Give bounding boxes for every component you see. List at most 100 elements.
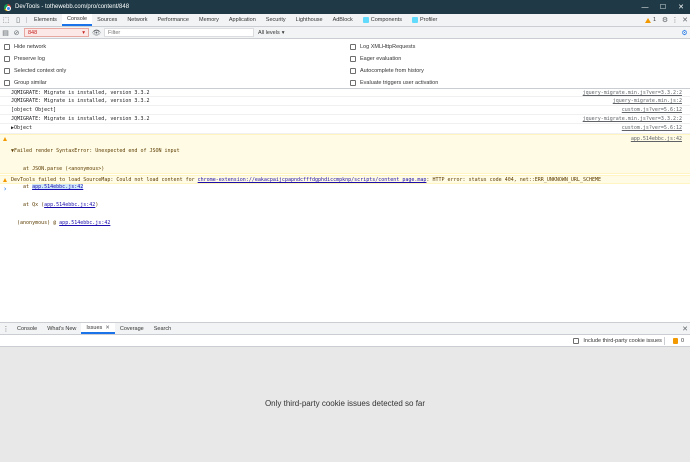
checkbox[interactable] bbox=[350, 80, 356, 86]
third-party-label: Include third-party cookie issues bbox=[583, 337, 662, 344]
more-options-icon[interactable]: ⋮ bbox=[670, 14, 680, 26]
drawer-tab-issues[interactable]: Issues ✕ bbox=[81, 323, 115, 334]
checkbox[interactable] bbox=[4, 56, 10, 62]
message-source-link[interactable]: custom.js?ver=5.6:12 bbox=[622, 107, 682, 113]
chrome-icon bbox=[4, 3, 11, 11]
checkbox[interactable] bbox=[350, 56, 356, 62]
filter-input[interactable] bbox=[104, 28, 254, 37]
issues-empty-message: Only third-party cookie issues detected … bbox=[264, 399, 426, 408]
tab-network[interactable]: Network bbox=[122, 14, 152, 26]
tab-performance[interactable]: Performance bbox=[152, 14, 194, 26]
close-tab-icon[interactable]: ✕ bbox=[105, 325, 110, 331]
tab-components[interactable]: Components bbox=[358, 14, 407, 26]
console-toolbar: ▤ ⊘ 848 ▾ 👁 All levels ▾ ⚙ bbox=[0, 27, 690, 39]
checkbox[interactable] bbox=[350, 68, 356, 74]
error-stack: ▼Failed render SyntaxError: Unexpected e… bbox=[11, 136, 180, 238]
log-levels-dropdown[interactable]: All levels ▾ bbox=[258, 30, 284, 36]
checkbox[interactable] bbox=[4, 68, 10, 74]
setting-hide-network[interactable]: Hide network bbox=[0, 41, 66, 53]
drawer-tab-whats-new[interactable]: What's New bbox=[42, 323, 81, 334]
device-toolbar-icon[interactable]: ▯ bbox=[12, 14, 24, 26]
include-third-party-toggle[interactable]: Include third-party cookie issues bbox=[569, 335, 662, 347]
message-text[interactable]: ▶Object bbox=[11, 125, 32, 131]
console-settings-pane: Hide network Preserve log Selected conte… bbox=[0, 39, 690, 89]
stack-link[interactable]: app.514ebbc.js:42 bbox=[44, 202, 95, 208]
issue-count: 0 bbox=[680, 337, 684, 344]
message-source-link[interactable]: jquery-migrate.min.js:2 bbox=[613, 98, 682, 104]
error-title[interactable]: ▼Failed render SyntaxError: Unexpected e… bbox=[11, 148, 180, 154]
checkbox[interactable] bbox=[4, 80, 10, 86]
tab-console[interactable]: Console bbox=[61, 14, 93, 26]
stack-line: (anonymous) @ app.514ebbc.js:42 bbox=[11, 220, 180, 226]
checkbox[interactable] bbox=[350, 44, 356, 50]
setting-preserve-log[interactable]: Preserve log bbox=[0, 53, 66, 65]
setting-autocomplete-history[interactable]: Autocomplete from history bbox=[346, 65, 438, 77]
drawer-menu-icon[interactable]: ⋮ bbox=[0, 323, 12, 334]
stack-prefix: at Qx ( bbox=[11, 202, 45, 208]
sourcemap-link[interactable]: chrome-extension://eakacpaijcpapndcfffdg… bbox=[198, 177, 427, 183]
message-text: JQMIGRATE: Migrate is installed, version… bbox=[11, 98, 150, 104]
stack-prefix: (anonymous) @ bbox=[11, 220, 60, 226]
issues-pane: Only third-party cookie issues detected … bbox=[0, 347, 690, 462]
console-message[interactable]: ▶Object custom.js?ver=5.6:12 bbox=[0, 124, 690, 134]
console-message: JQMIGRATE: Migrate is installed, version… bbox=[0, 97, 690, 106]
issue-count-badge: 0 bbox=[672, 337, 684, 344]
live-expression-eye-icon[interactable]: 👁 bbox=[91, 29, 102, 37]
setting-eager-evaluation[interactable]: Eager evaluation bbox=[346, 53, 438, 65]
message-source-link[interactable]: custom.js?ver=5.6:12 bbox=[622, 125, 682, 131]
context-selector[interactable]: 848 ▾ bbox=[24, 28, 89, 37]
drawer-tab-console[interactable]: Console bbox=[12, 323, 42, 334]
show-sidebar-icon[interactable]: ▤ bbox=[0, 29, 11, 37]
context-value: 848 bbox=[28, 29, 38, 36]
message-source-link[interactable]: jquery-migrate.min.js?ver=3.3.2:2 bbox=[583, 90, 682, 96]
close-button[interactable]: ✕ bbox=[672, 0, 690, 14]
warning-count: 1 bbox=[652, 17, 656, 23]
divider bbox=[663, 336, 665, 345]
setting-label: Evaluate triggers user activation bbox=[360, 80, 439, 86]
warning-prefix: DevTools failed to load SourceMap: Could… bbox=[11, 177, 198, 183]
stack-line: at Qx (app.514ebbc.js:42) bbox=[11, 202, 180, 208]
warning-counter[interactable]: 1 bbox=[641, 14, 660, 26]
tab-profiler[interactable]: Profiler bbox=[407, 14, 442, 26]
tab-elements[interactable]: Elements bbox=[29, 14, 62, 26]
checkbox[interactable] bbox=[573, 337, 580, 344]
drawer-tabbar: ⋮ Console What's New Issues ✕ Coverage S… bbox=[0, 322, 690, 335]
close-devtools-icon[interactable]: ✕ bbox=[680, 14, 690, 26]
tab-profiler-label: Profiler bbox=[419, 17, 438, 23]
close-drawer-icon[interactable]: ✕ bbox=[680, 323, 690, 334]
react-icon bbox=[411, 17, 418, 23]
settings-gear-icon[interactable]: ⚙ bbox=[660, 14, 670, 26]
setting-selected-context-only[interactable]: Selected context only bbox=[0, 65, 66, 77]
window-titlebar: DevTools - tothewebb.com/pro/content/848… bbox=[0, 0, 690, 14]
stack-link[interactable]: app.514ebbc.js:42 bbox=[32, 184, 84, 190]
console-messages: JQMIGRATE: Migrate is installed, version… bbox=[0, 89, 690, 321]
tab-memory[interactable]: Memory bbox=[194, 14, 224, 26]
setting-label: Hide network bbox=[14, 44, 47, 50]
clear-console-icon[interactable]: ⊘ bbox=[11, 29, 22, 37]
console-message: [object Object] custom.js?ver=5.6:12 bbox=[0, 106, 690, 115]
setting-log-xhr[interactable]: Log XMLHttpRequests bbox=[346, 41, 438, 53]
setting-evaluate-triggers[interactable]: Evaluate triggers user activation bbox=[346, 77, 438, 89]
setting-group-similar[interactable]: Group similar bbox=[0, 77, 66, 89]
console-prompt-chevron-icon[interactable]: › bbox=[3, 185, 7, 193]
tab-security[interactable]: Security bbox=[261, 14, 291, 26]
setting-label: Log XMLHttpRequests bbox=[360, 44, 416, 50]
message-source-link[interactable]: jquery-migrate.min.js?ver=3.3.2:2 bbox=[583, 116, 682, 122]
tab-sources[interactable]: Sources bbox=[92, 14, 122, 26]
chevron-down-icon: ▾ bbox=[82, 29, 85, 36]
tab-application[interactable]: Application bbox=[224, 14, 261, 26]
stack-suffix: ) bbox=[95, 202, 99, 208]
minimize-button[interactable]: — bbox=[636, 0, 654, 14]
drawer-tab-search[interactable]: Search bbox=[149, 323, 176, 334]
tab-lighthouse[interactable]: Lighthouse bbox=[291, 14, 328, 26]
checkbox[interactable] bbox=[4, 44, 10, 50]
message-source-link[interactable]: app.514ebbc.js:42 bbox=[631, 136, 682, 142]
stack-link[interactable]: app.514ebbc.js:42 bbox=[59, 220, 110, 226]
drawer-tab-coverage[interactable]: Coverage bbox=[115, 323, 149, 334]
warning-icon bbox=[3, 137, 7, 141]
maximize-button[interactable]: ☐ bbox=[654, 0, 672, 14]
message-text: JQMIGRATE: Migrate is installed, version… bbox=[11, 116, 150, 122]
tab-adblock[interactable]: AdBlock bbox=[328, 14, 358, 26]
inspect-element-icon[interactable]: ⬚ bbox=[0, 14, 12, 26]
console-settings-gear-icon[interactable]: ⚙ bbox=[679, 29, 690, 37]
